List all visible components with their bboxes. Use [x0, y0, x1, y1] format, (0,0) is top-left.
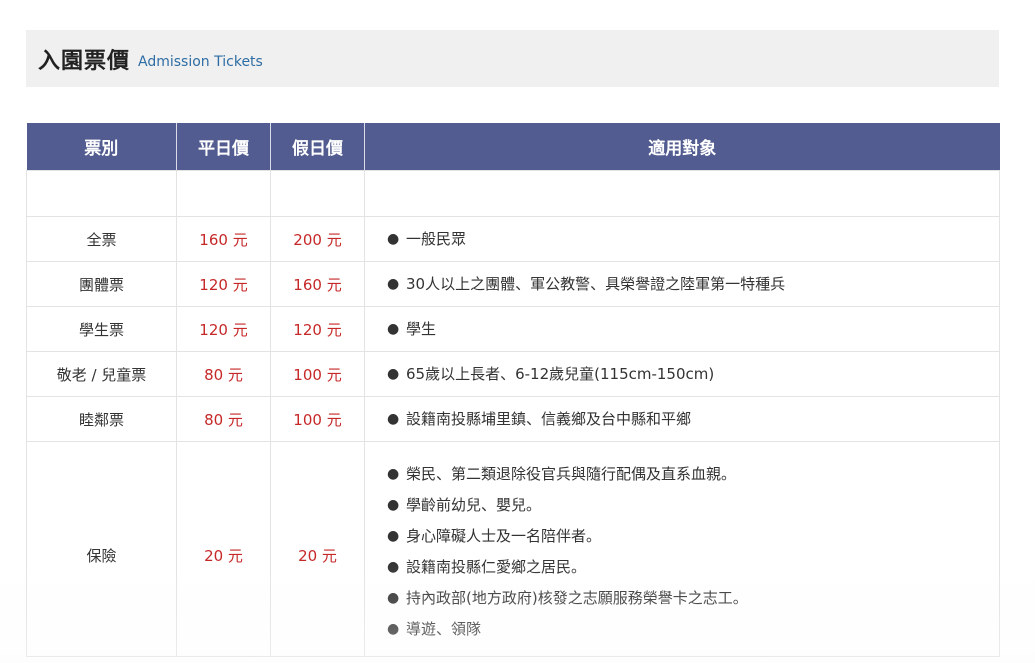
- eligibility-cell: ● 30人以上之團體、軍公教警、具榮譽證之陸軍第一特種兵: [364, 261, 1000, 307]
- eligibility-text: 持內政部(地方政府)核發之志願服務榮譽卡之志工。: [406, 589, 748, 607]
- list-item: ● 身心障礙人士及一名陪伴者。: [387, 521, 999, 552]
- bullet-icon: ●: [387, 230, 400, 247]
- empty-cell: [176, 170, 271, 217]
- eligibility-text: 一般民眾: [406, 229, 467, 248]
- list-item: ● 30人以上之團體、軍公教警、具榮譽證之陸軍第一特種兵: [387, 269, 999, 300]
- table-row-empty: [26, 170, 1000, 217]
- eligibility-cell: ● 學生: [364, 306, 1000, 352]
- bullet-icon: ●: [387, 410, 400, 427]
- eligibility-text: 學生: [406, 319, 437, 338]
- table-row: 敬老 / 兒童票 80 元 100 元 ● 65歲以上長者、6-12歲兒童(115…: [26, 351, 1000, 397]
- eligibility-list: ● 30人以上之團體、軍公教警、具榮譽證之陸軍第一特種兵: [387, 269, 999, 300]
- eligibility-cell: ● 設籍南投縣埔里鎮、信義鄉及台中縣和平鄉: [364, 396, 1000, 442]
- bullet-icon: ●: [387, 365, 400, 382]
- list-item: ● 導遊、領隊: [387, 614, 999, 645]
- eligibility-list: ● 榮民、第二類退除役官兵與隨行配偶及直系血親。 ● 學齡前幼兒、嬰兒。 ● 身心障礙…: [387, 459, 999, 645]
- list-item: ● 學生: [387, 314, 999, 345]
- ticket-type: 全票: [26, 216, 177, 262]
- ticket-type: 睦鄰票: [26, 396, 177, 442]
- table-header-row: 票別 平日價 假日價 適用對象: [26, 123, 1000, 171]
- section-title-bar: 入園票價 Admission Tickets: [26, 30, 999, 87]
- ticket-type: 敬老 / 兒童票: [26, 351, 177, 397]
- eligibility-text: 榮民、第二類退除役官兵與隨行配偶及直系血親。: [406, 465, 737, 483]
- bullet-icon: ●: [387, 621, 400, 637]
- header-ticket-type: 票別: [26, 123, 177, 171]
- bullet-icon: ●: [387, 559, 400, 575]
- weekday-price: 160 元: [176, 216, 271, 262]
- bullet-icon: ●: [387, 590, 400, 606]
- weekday-price: 80 元: [176, 351, 271, 397]
- ticket-type: 保險: [26, 441, 177, 657]
- holiday-price: 20 元: [270, 441, 365, 657]
- header-weekday-price: 平日價: [176, 123, 271, 171]
- page-title: 入園票價: [38, 48, 131, 74]
- eligibility-text: 設籍南投縣埔里鎮、信義鄉及台中縣和平鄉: [406, 409, 692, 428]
- bullet-icon: ●: [387, 320, 400, 337]
- empty-cell: [26, 170, 177, 217]
- holiday-price: 100 元: [270, 396, 365, 442]
- table-row: 保險 20 元 20 元 ● 榮民、第二類退除役官兵與隨行配偶及直系血親。 ● 學齡…: [26, 441, 1000, 657]
- header-holiday-price: 假日價: [270, 123, 365, 171]
- weekday-price: 80 元: [176, 396, 271, 442]
- table-row: 學生票 120 元 120 元 ● 學生: [26, 306, 1000, 352]
- eligibility-text: 設籍南投縣仁愛鄉之居民。: [406, 558, 587, 576]
- eligibility-list: ● 設籍南投縣埔里鎮、信義鄉及台中縣和平鄉: [387, 404, 999, 435]
- eligibility-cell: ● 榮民、第二類退除役官兵與隨行配偶及直系血親。 ● 學齡前幼兒、嬰兒。 ● 身心障礙…: [364, 441, 1000, 657]
- table-row: 睦鄰票 80 元 100 元 ● 設籍南投縣埔里鎮、信義鄉及台中縣和平鄉: [26, 396, 1000, 442]
- ticket-price-table: 票別 平日價 假日價 適用對象 全票 160 元 200 元 ● 一般民眾 團體票…: [26, 123, 1000, 657]
- list-item: ● 一般民眾: [387, 224, 999, 255]
- eligibility-cell: ● 一般民眾: [364, 216, 1000, 262]
- bullet-icon: ●: [387, 275, 400, 292]
- holiday-price: 100 元: [270, 351, 365, 397]
- eligibility-text: 導遊、領隊: [406, 620, 482, 638]
- eligibility-text: 30人以上之團體、軍公教警、具榮譽證之陸軍第一特種兵: [406, 274, 786, 293]
- holiday-price: 160 元: [270, 261, 365, 307]
- list-item: ● 設籍南投縣埔里鎮、信義鄉及台中縣和平鄉: [387, 404, 999, 435]
- eligibility-text: 身心障礙人士及一名陪伴者。: [406, 527, 602, 545]
- table-row: 團體票 120 元 160 元 ● 30人以上之團體、軍公教警、具榮譽證之陸軍第一…: [26, 261, 1000, 307]
- page-subtitle: Admission Tickets: [138, 53, 263, 70]
- eligibility-text: 65歲以上長者、6-12歲兒童(115cm-150cm): [406, 364, 715, 383]
- ticket-type: 學生票: [26, 306, 177, 352]
- empty-cell: [364, 170, 1000, 217]
- bullet-icon: ●: [387, 466, 400, 482]
- holiday-price: 200 元: [270, 216, 365, 262]
- eligibility-list: ● 一般民眾: [387, 224, 999, 255]
- ticket-type: 團體票: [26, 261, 177, 307]
- weekday-price: 120 元: [176, 306, 271, 352]
- weekday-price: 120 元: [176, 261, 271, 307]
- bullet-icon: ●: [387, 528, 400, 544]
- list-item: ● 設籍南投縣仁愛鄉之居民。: [387, 552, 999, 583]
- bullet-icon: ●: [387, 497, 400, 513]
- eligibility-cell: ● 65歲以上長者、6-12歲兒童(115cm-150cm): [364, 351, 1000, 397]
- empty-cell: [270, 170, 365, 217]
- list-item: ● 持內政部(地方政府)核發之志願服務榮譽卡之志工。: [387, 583, 999, 614]
- eligibility-text: 學齡前幼兒、嬰兒。: [406, 496, 542, 514]
- list-item: ● 學齡前幼兒、嬰兒。: [387, 490, 999, 521]
- list-item: ● 榮民、第二類退除役官兵與隨行配偶及直系血親。: [387, 459, 999, 490]
- table-row: 全票 160 元 200 元 ● 一般民眾: [26, 216, 1000, 262]
- list-item: ● 65歲以上長者、6-12歲兒童(115cm-150cm): [387, 359, 999, 390]
- header-eligibility: 適用對象: [364, 123, 1000, 171]
- eligibility-list: ● 65歲以上長者、6-12歲兒童(115cm-150cm): [387, 359, 999, 390]
- eligibility-list: ● 學生: [387, 314, 999, 345]
- weekday-price: 20 元: [176, 441, 271, 657]
- holiday-price: 120 元: [270, 306, 365, 352]
